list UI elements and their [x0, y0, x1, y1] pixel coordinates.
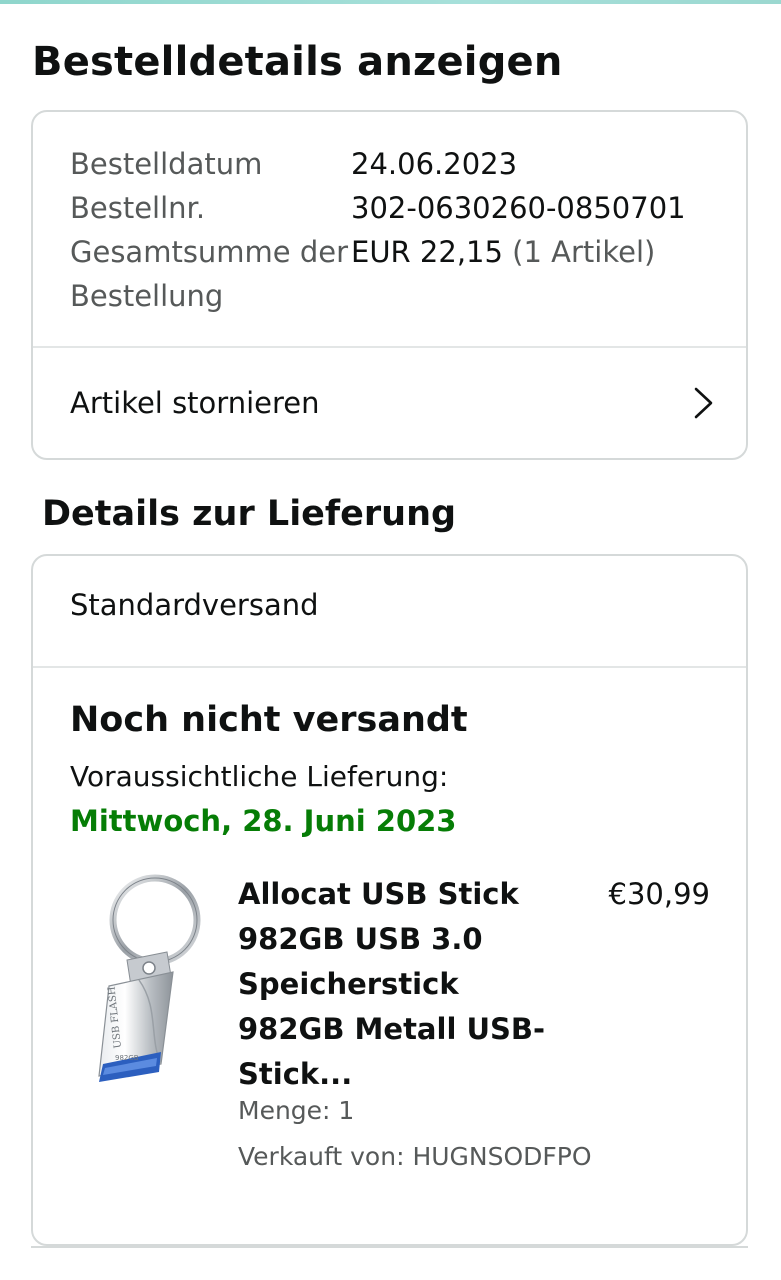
- order-date-value: 24.06.2023: [351, 147, 518, 181]
- product-quantity: Menge: 1: [238, 1096, 355, 1125]
- order-number-label: Bestellnr.: [70, 191, 206, 225]
- order-summary-card: Bestelldatum 24.06.2023 Bestellnr. 302-0…: [31, 110, 748, 460]
- order-total-label: Gesamtsumme der Bestellung: [70, 235, 349, 313]
- usb-flash-drive-image[interactable]: USB FLASH 982GB: [69, 868, 209, 1088]
- delivery-section-title: Details zur Lieferung: [42, 494, 457, 534]
- estimated-delivery-date: Mittwoch, 28. Juni 2023: [70, 804, 457, 838]
- divider: [33, 666, 746, 668]
- cancel-items-link[interactable]: Artikel stornieren: [33, 348, 746, 458]
- order-date-row: Bestelldatum 24.06.2023: [70, 142, 686, 186]
- order-total-amount: EUR 22,15: [351, 235, 503, 269]
- top-accent-bar: [0, 0, 781, 4]
- chevron-right-icon: [694, 387, 713, 419]
- order-date-label: Bestelldatum: [70, 147, 263, 181]
- estimated-delivery-label: Voraussichtliche Lieferung:: [70, 760, 449, 793]
- order-number-row: Bestellnr. 302-0630260-0850701: [70, 186, 686, 230]
- order-info: Bestelldatum 24.06.2023 Bestellnr. 302-0…: [70, 142, 686, 318]
- order-number-value: 302-0630260-0850701: [351, 191, 686, 225]
- cancel-items-label: Artikel stornieren: [70, 386, 320, 420]
- order-total-value: EUR 22,15 (1 Artikel): [351, 230, 655, 318]
- bottom-divider: [31, 1246, 748, 1248]
- page-title: Bestelldetails anzeigen: [32, 39, 563, 85]
- product-seller: Verkauft von: HUGNSODFPO: [238, 1142, 592, 1171]
- order-total-row: Gesamtsumme der Bestellung EUR 22,15 (1 …: [70, 230, 686, 318]
- delivery-card: Standardversand Noch nicht versandt Vora…: [31, 554, 748, 1246]
- svg-text:982GB: 982GB: [115, 1054, 139, 1062]
- shipping-method: Standardversand: [70, 588, 319, 622]
- order-item-count: (1 Artikel): [512, 235, 656, 269]
- product-price: €30,99: [608, 877, 710, 911]
- product-title-link[interactable]: Allocat USB Stick 982GB USB 3.0 Speicher…: [238, 872, 568, 1097]
- shipment-status: Noch nicht versandt: [70, 700, 468, 740]
